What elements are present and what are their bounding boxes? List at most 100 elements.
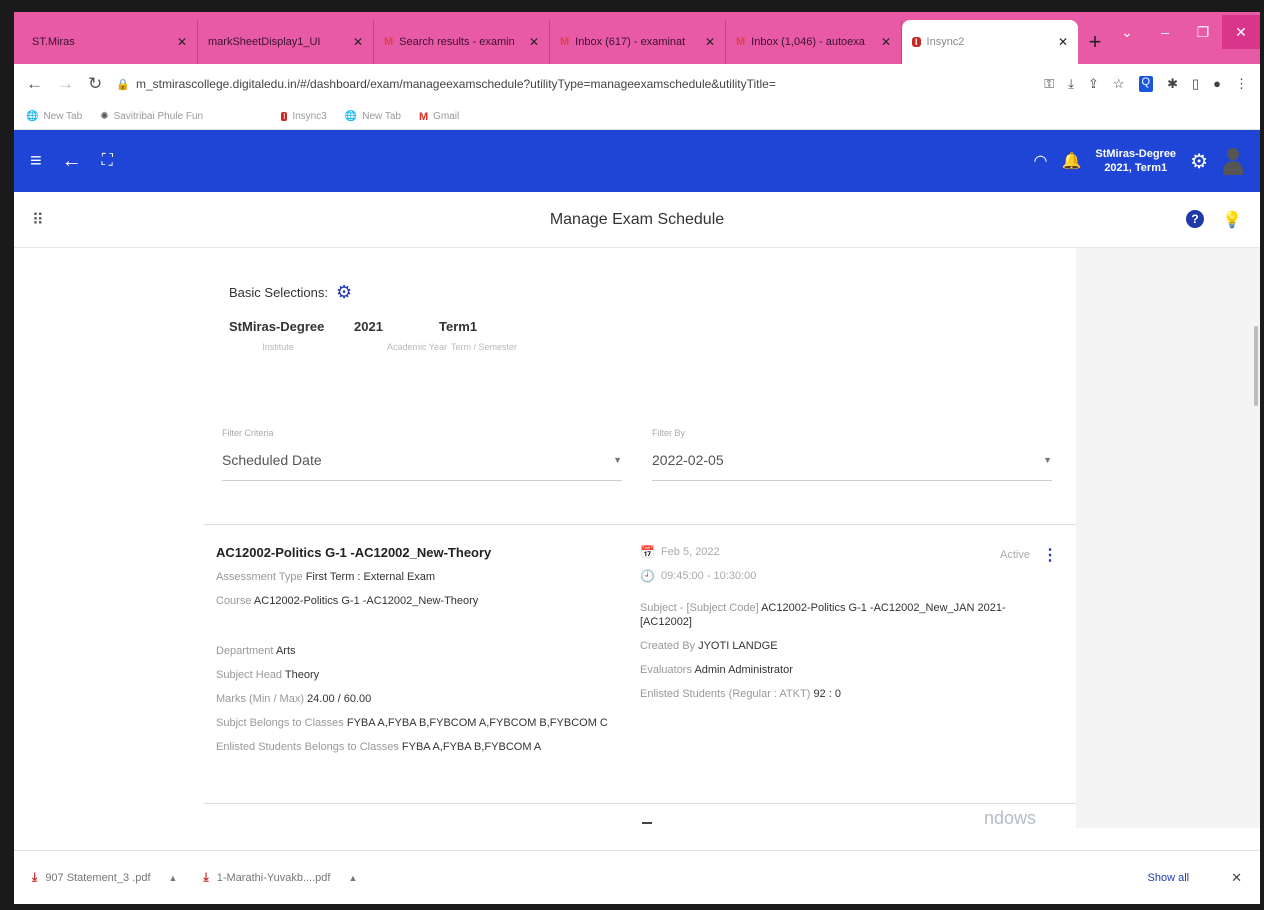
back-icon[interactable]: ← bbox=[26, 74, 43, 94]
marks: Marks (Min / Max) 24.00 / 60.00 bbox=[216, 693, 372, 705]
assessment-type: Assessment Type First Term : External Ex… bbox=[216, 571, 436, 583]
year-label: Academic Year bbox=[386, 342, 447, 352]
gear-icon[interactable]: ⚙ bbox=[336, 282, 352, 303]
institute-value: StMiras-Degree bbox=[229, 319, 325, 334]
basic-selections-label: Basic Selections: bbox=[229, 285, 328, 300]
restore-icon[interactable]: ❐ bbox=[1184, 24, 1222, 41]
puzzle-icon[interactable]: ✱ bbox=[1167, 76, 1178, 92]
scrollbar[interactable] bbox=[1254, 326, 1258, 406]
app-header: ≡ ← ⛶ ◠ 🔔 StMiras-Degree 2021, Term1 ⚙ bbox=[14, 130, 1260, 192]
reload-icon[interactable]: ↻ bbox=[88, 74, 102, 94]
subject-code: Subject - [Subject Code] AC12002-Politic… bbox=[640, 602, 1006, 628]
lock-icon: 🔒 bbox=[116, 78, 130, 91]
minimize-icon[interactable]: – bbox=[1146, 24, 1184, 40]
pdf-icon: ⤓ bbox=[203, 870, 209, 884]
tab-marksheet[interactable]: markSheetDisplay1_UI ✕ bbox=[198, 20, 374, 64]
bookmark-new-tab-2[interactable]: 🌐 New Tab bbox=[345, 111, 401, 122]
tab-inbox-1046[interactable]: M Inbox (1,046) - autoexa ✕ bbox=[726, 20, 902, 64]
chevron-up-icon[interactable]: ▲ bbox=[169, 873, 178, 883]
gmail-icon: M bbox=[418, 110, 429, 123]
chevron-up-icon[interactable]: ▲ bbox=[348, 873, 357, 883]
window-controls: ⌄ – ❐ ✕ bbox=[1108, 12, 1260, 52]
bookmark-label: Gmail bbox=[433, 111, 460, 122]
sidepanel-icon[interactable]: ▯ bbox=[1192, 76, 1199, 92]
tab-title: Inbox (1,046) - autoexa bbox=[751, 36, 865, 48]
screen: ST.Miras ✕ markSheetDisplay1_UI ✕ M Sear… bbox=[14, 12, 1260, 904]
download-item[interactable]: ⤓ 907 Statement_3 .pdf ▲ bbox=[32, 870, 177, 885]
tab-search-results[interactable]: M Search results - examin ✕ bbox=[374, 20, 550, 64]
insync-icon: I bbox=[281, 112, 288, 121]
clock-icon: 🕘 bbox=[640, 569, 655, 583]
tab-inbox-617[interactable]: M Inbox (617) - examinat ✕ bbox=[550, 20, 726, 64]
close-icon[interactable]: ✕ bbox=[353, 35, 363, 49]
term-value: Term1 bbox=[439, 319, 478, 334]
gear-icon[interactable]: ⚙ bbox=[1190, 149, 1208, 174]
tab-stmiras[interactable]: ST.Miras ✕ bbox=[22, 20, 198, 64]
session-name: 2021, Term1 bbox=[1104, 162, 1168, 174]
bookmark-gmail[interactable]: M Gmail bbox=[419, 111, 459, 123]
exam-date: 📅 Feb 5, 2022 bbox=[640, 545, 720, 559]
bookmark-label: Insync3 bbox=[292, 111, 327, 122]
close-icon[interactable]: ✕ bbox=[1231, 870, 1242, 886]
close-icon[interactable]: ✕ bbox=[705, 35, 715, 49]
url-text: m_stmirascollege.digitaledu.in/#/dashboa… bbox=[135, 77, 776, 91]
department: Department Arts bbox=[216, 645, 296, 657]
close-icon[interactable]: ✕ bbox=[177, 35, 187, 49]
download-filename: 907 Statement_3 .pdf bbox=[45, 871, 151, 884]
collapse-handle[interactable] bbox=[642, 822, 652, 824]
institute-name: StMiras-Degree bbox=[1095, 148, 1177, 160]
extension-icons: ⚿ ⤓ ⇪ ☆ Q ✱ ▯ ● ⋮ bbox=[1044, 76, 1248, 92]
tab-title: ST.Miras bbox=[32, 36, 75, 48]
page-header: ⠿ Manage Exam Schedule ? 💡 bbox=[14, 192, 1260, 248]
exam-time: 🕘 09:45:00 - 10:30:00 bbox=[640, 569, 757, 583]
download-item[interactable]: ⤓ 1-Marathi-Yuvakb....pdf ▲ bbox=[203, 870, 357, 885]
download-filename: 1-Marathi-Yuvakb....pdf bbox=[216, 871, 331, 884]
install-icon[interactable]: ⤓ bbox=[1068, 76, 1074, 92]
wifi-icon: ◠ bbox=[1033, 153, 1048, 170]
right-panel bbox=[1076, 248, 1260, 828]
fullscreen-icon[interactable]: ⛶ bbox=[102, 152, 113, 170]
calendar-icon: 📅 bbox=[640, 545, 655, 559]
course: Course AC12002-Politics G-1 -AC12002_New… bbox=[216, 595, 479, 607]
tab-insync2[interactable]: I Insync2 ✕ bbox=[902, 20, 1078, 64]
show-all-link[interactable]: Show all bbox=[1148, 872, 1190, 884]
dropdown-arrow-icon: ▼ bbox=[613, 455, 622, 465]
filter-criteria-value: Scheduled Date bbox=[222, 452, 322, 468]
institute-selector[interactable]: StMiras-Degree 2021, Term1 bbox=[1095, 147, 1176, 175]
gmail-icon: M bbox=[384, 36, 394, 48]
bookmark-insync3[interactable]: I Insync3 bbox=[281, 111, 327, 122]
window-close-icon[interactable]: ✕ bbox=[1222, 15, 1260, 49]
close-icon[interactable]: ✕ bbox=[1058, 35, 1068, 49]
star-icon[interactable]: ☆ bbox=[1113, 76, 1125, 92]
filter-criteria-select[interactable]: Filter Criteria Scheduled Date ▼ bbox=[222, 428, 622, 481]
lightbulb-icon[interactable]: 💡 bbox=[1222, 210, 1242, 230]
enlisted-classes: Enlisted Students Belongs to Classes FYB… bbox=[216, 741, 542, 753]
globe-icon: 🌐 bbox=[344, 111, 358, 122]
avatar[interactable] bbox=[1222, 146, 1244, 176]
subject-classes: Subjct Belongs to Classes FYBA A,FYBA B,… bbox=[216, 717, 608, 729]
bookmark-new-tab[interactable]: 🌐 New Tab bbox=[26, 111, 82, 122]
help-icon[interactable]: ? bbox=[1186, 209, 1205, 228]
insync-icon: I bbox=[912, 37, 921, 47]
url-field[interactable]: 🔒 m_stmirascollege.digitaledu.in/#/dashb… bbox=[116, 77, 1030, 91]
back-arrow-icon[interactable]: ← bbox=[62, 150, 82, 173]
forward-icon[interactable]: → bbox=[57, 74, 74, 94]
close-icon[interactable]: ✕ bbox=[529, 35, 539, 49]
extension-q-icon[interactable]: Q bbox=[1138, 76, 1154, 92]
profile-icon[interactable]: ● bbox=[1213, 76, 1221, 92]
more-icon[interactable]: ⋮ bbox=[1235, 76, 1248, 92]
filter-by-select[interactable]: Filter By 2022-02-05 ▼ bbox=[652, 428, 1052, 481]
main-content: Basic Selections: ⚙ StMiras-Degree 2021 … bbox=[14, 248, 1260, 828]
close-icon[interactable]: ✕ bbox=[881, 35, 891, 49]
page-title: Manage Exam Schedule bbox=[549, 210, 725, 228]
key-icon[interactable]: ⚿ bbox=[1044, 76, 1054, 92]
new-tab-button[interactable]: + bbox=[1078, 20, 1112, 64]
enlisted-students: Enlisted Students (Regular : ATKT) 92 : … bbox=[640, 688, 841, 700]
bell-icon[interactable]: 🔔 bbox=[1061, 151, 1081, 171]
chevron-down-icon[interactable]: ⌄ bbox=[1108, 24, 1146, 41]
bookmark-savitribai[interactable]: ✺ Savitribai Phule Fun bbox=[100, 111, 203, 122]
tab-title: Inbox (617) - examinat bbox=[575, 36, 686, 48]
more-options-icon[interactable]: ⋮ bbox=[1042, 545, 1058, 565]
menu-icon[interactable]: ≡ bbox=[30, 150, 42, 173]
share-icon[interactable]: ⇪ bbox=[1088, 76, 1099, 92]
